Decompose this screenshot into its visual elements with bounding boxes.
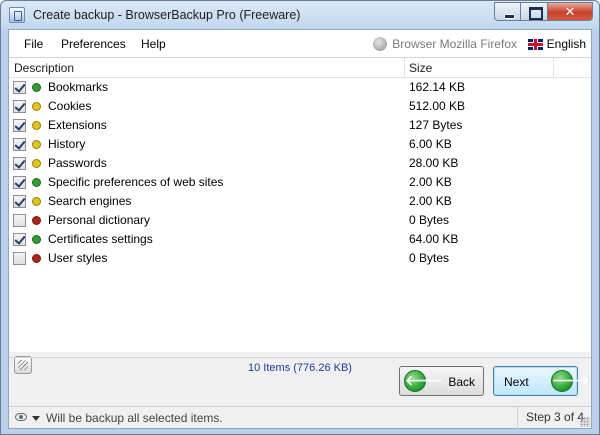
list-item[interactable]: Certificates settings 64.00 KB	[9, 230, 591, 249]
item-size: 28.00 KB	[409, 156, 459, 170]
status-dot-icon	[32, 121, 41, 130]
item-checkbox[interactable]	[13, 119, 26, 132]
item-description: Passwords	[48, 156, 107, 170]
item-size: 127 Bytes	[409, 118, 463, 132]
item-size: 2.00 KB	[409, 175, 452, 189]
backup-items-list[interactable]: Description Size Bookmarks 162.14 KB Cooki…	[9, 57, 591, 374]
status-dot-icon	[32, 102, 41, 111]
back-button-label: Back	[448, 375, 475, 389]
menu-file[interactable]: File	[24, 37, 43, 51]
status-dot-icon	[32, 197, 41, 206]
list-item[interactable]: Personal dictionary 0 Bytes	[9, 211, 591, 230]
close-button[interactable]: ✕	[548, 2, 593, 21]
status-dot-icon	[32, 216, 41, 225]
item-checkbox[interactable]	[13, 176, 26, 189]
status-dot-icon	[32, 178, 41, 187]
menu-preferences[interactable]: Preferences	[61, 37, 126, 51]
browser-name: Browser Mozilla Firefox	[392, 37, 517, 51]
list-item[interactable]: Bookmarks 162.14 KB	[9, 78, 591, 97]
next-arrow-icon: 🡒	[551, 370, 590, 392]
back-arrow-icon: 🡐	[404, 370, 443, 392]
browser-globe-icon	[373, 37, 388, 51]
item-checkbox[interactable]	[13, 100, 26, 113]
item-checkbox[interactable]	[13, 138, 26, 151]
item-size: 162.14 KB	[409, 80, 466, 94]
list-item[interactable]: User styles 0 Bytes	[9, 249, 591, 268]
column-header-description[interactable]: Description	[14, 61, 74, 75]
item-description: Cookies	[48, 99, 92, 113]
minimize-button[interactable]	[494, 2, 521, 21]
item-description: Personal dictionary	[48, 213, 151, 227]
item-size: 512.00 KB	[409, 99, 466, 113]
item-description: Bookmarks	[48, 80, 109, 94]
item-checkbox[interactable]	[13, 195, 26, 208]
back-button[interactable]: 🡐 Back	[399, 366, 484, 396]
item-description: Specific preferences of web sites	[48, 175, 224, 189]
item-description: User styles	[48, 251, 108, 265]
list-item[interactable]: Extensions 127 Bytes	[9, 116, 591, 135]
browser-selector[interactable]: Browser Mozilla Firefox	[373, 37, 517, 51]
column-header-size[interactable]: Size	[409, 61, 432, 75]
eye-icon[interactable]	[15, 413, 27, 421]
window-controls: ✕	[494, 2, 593, 22]
status-dot-icon	[32, 254, 41, 263]
item-size: 0 Bytes	[409, 213, 450, 227]
list-item[interactable]: Passwords 28.00 KB	[9, 154, 591, 173]
uk-flag-icon	[527, 38, 543, 50]
next-button-label: Next	[504, 375, 529, 389]
item-description: Extensions	[48, 118, 107, 132]
item-checkbox[interactable]	[13, 252, 26, 265]
title-bar[interactable]: Create backup - BrowserBackup Pro (Freew…	[1, 1, 599, 29]
menu-bar: File Preferences Help Browser Mozilla Fi…	[9, 30, 591, 57]
list-item[interactable]: History 6.00 KB	[9, 135, 591, 154]
item-checkbox[interactable]	[13, 81, 26, 94]
menu-help[interactable]: Help	[141, 37, 166, 51]
list-item[interactable]: Search engines 2.00 KB	[9, 192, 591, 211]
status-dot-icon	[32, 140, 41, 149]
maximize-button[interactable]	[521, 2, 548, 21]
list-header: Description Size	[9, 58, 591, 78]
status-dot-icon	[32, 83, 41, 92]
item-size: 2.00 KB	[409, 194, 452, 208]
app-icon[interactable]	[9, 7, 25, 23]
chevron-down-icon[interactable]	[32, 416, 40, 421]
item-checkbox[interactable]	[13, 214, 26, 227]
item-description: Certificates settings	[48, 232, 153, 246]
status-bar: Will be backup all selected items. Step …	[9, 406, 591, 429]
status-dot-icon	[32, 235, 41, 244]
list-item[interactable]: Cookies 512.00 KB	[9, 97, 591, 116]
item-size: 0 Bytes	[409, 251, 450, 265]
status-dot-icon	[32, 159, 41, 168]
next-button[interactable]: Next 🡒	[493, 366, 590, 396]
item-checkbox[interactable]	[13, 233, 26, 246]
divider	[9, 357, 591, 358]
item-size: 6.00 KB	[409, 137, 452, 151]
item-description: History	[48, 137, 86, 151]
window-size-grip-icon[interactable]	[580, 417, 590, 427]
status-message: Will be backup all selected items.	[46, 411, 223, 425]
column-divider[interactable]	[553, 58, 554, 78]
app-window: Create backup - BrowserBackup Pro (Freew…	[0, 0, 600, 435]
client-area: File Preferences Help Browser Mozilla Fi…	[8, 29, 592, 429]
list-item[interactable]: Specific preferences of web sites 2.00 KB	[9, 173, 591, 192]
item-checkbox[interactable]	[13, 157, 26, 170]
item-size: 64.00 KB	[409, 232, 459, 246]
item-description: Search engines	[48, 194, 132, 208]
language-selector[interactable]: English	[527, 37, 586, 51]
column-divider[interactable]	[404, 58, 405, 78]
language-name: English	[546, 37, 586, 51]
window-title: Create backup - BrowserBackup Pro (Freew…	[33, 8, 301, 22]
